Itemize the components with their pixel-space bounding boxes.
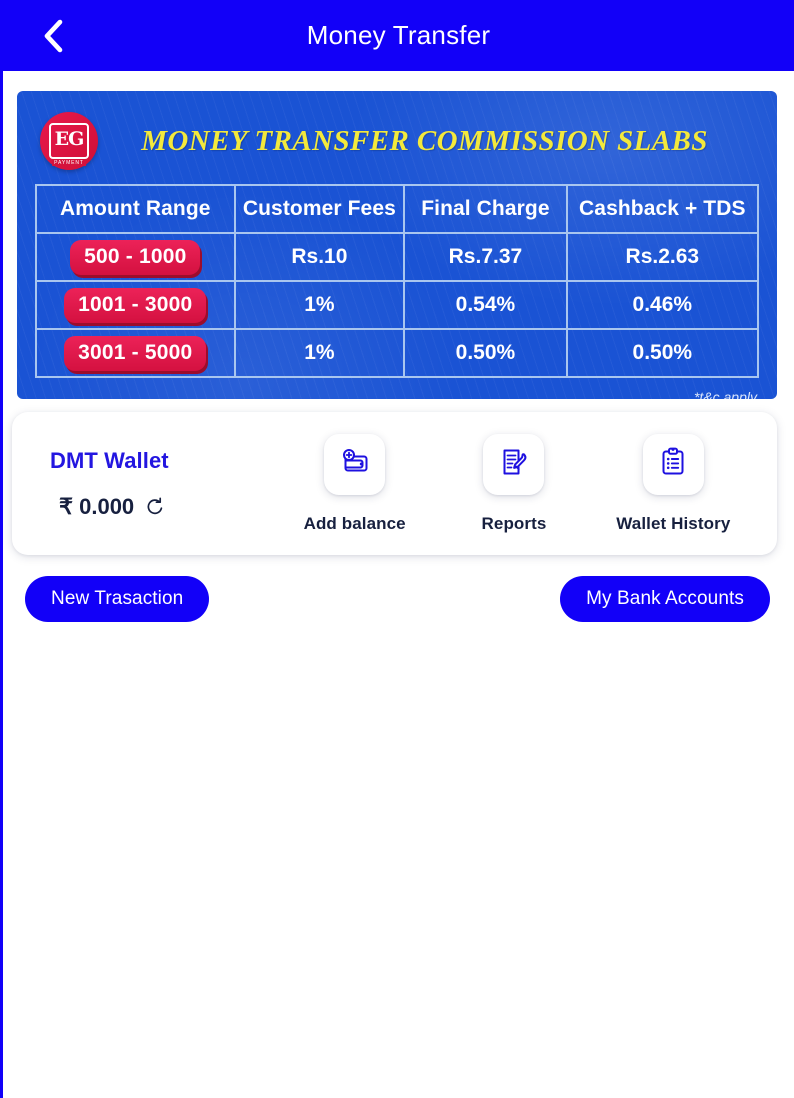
column-header-cashback-tds: Cashback + TDS <box>565 184 760 234</box>
back-button[interactable] <box>33 16 73 56</box>
wallet-name: DMT Wallet <box>50 447 169 473</box>
clipboard-list-icon <box>656 445 690 484</box>
action-wallet-history[interactable]: Wallet History <box>598 433 748 534</box>
column-header-amount-range: Amount Range <box>35 184 236 234</box>
logo-sub-text: PAYMENT <box>52 160 86 166</box>
new-transaction-button[interactable]: New Trasaction <box>25 576 210 622</box>
add-balance-tile[interactable] <box>324 433 386 495</box>
dmt-wallet-card: DMT Wallet ₹ 0.000 Add balance Reports W… <box>12 412 777 555</box>
cell-cashback-tds: 0.46% <box>565 280 760 330</box>
table-header-row: Amount Range Customer Fees Final Charge … <box>35 184 760 234</box>
banner-header: EG PAYMENT MONEY TRANSFER COMMISSION SLA… <box>35 106 759 176</box>
refresh-icon[interactable] <box>144 496 166 518</box>
cell-final-charge: 0.50% <box>403 328 568 378</box>
table-row: 3001 - 5000 1% 0.50% 0.50% <box>35 328 760 378</box>
wallet-balance: ₹ 0.000 <box>59 493 135 519</box>
cell-amount-range: 500 - 1000 <box>35 232 236 282</box>
table-row: 500 - 1000 Rs.10 Rs.7.37 Rs.2.63 <box>35 232 760 282</box>
cell-final-charge: Rs.7.37 <box>403 232 568 282</box>
action-reports[interactable]: Reports <box>439 433 589 534</box>
my-bank-accounts-button[interactable]: My Bank Accounts <box>560 576 770 622</box>
logo-frame: EG PAYMENT <box>49 123 89 166</box>
commission-banner: EG PAYMENT MONEY TRANSFER COMMISSION SLA… <box>17 91 777 399</box>
document-pen-icon <box>497 445 531 484</box>
terms-note: *t&c apply <box>693 389 757 399</box>
table-row: 1001 - 3000 1% 0.54% 0.46% <box>35 280 760 330</box>
cell-cashback-tds: 0.50% <box>565 328 760 378</box>
wallet-balance-row: ₹ 0.000 <box>59 494 265 520</box>
wallet-history-tile[interactable] <box>642 433 704 495</box>
commission-banner-wrapper: EG PAYMENT MONEY TRANSFER COMMISSION SLA… <box>3 71 794 399</box>
app-screen: Money Transfer EG PAYMENT MONEY TRANSFER… <box>0 0 794 1098</box>
commission-slab-table: Amount Range Customer Fees Final Charge … <box>35 184 760 378</box>
cell-amount-range: 1001 - 3000 <box>35 280 236 330</box>
cell-customer-fees: 1% <box>233 280 406 330</box>
page-title: Money Transfer <box>306 20 491 50</box>
wallet-card-wrapper: DMT Wallet ₹ 0.000 Add balance Reports W… <box>3 399 794 555</box>
range-badge: 1001 - 3000 <box>64 287 207 323</box>
cell-customer-fees: 1% <box>233 328 406 378</box>
reports-label: Reports <box>481 513 547 533</box>
primary-actions-row: New Trasaction My Bank Accounts <box>3 555 794 622</box>
eg-payment-logo: EG PAYMENT <box>40 112 98 170</box>
column-header-final-charge: Final Charge <box>403 184 568 234</box>
action-add-balance[interactable]: Add balance <box>280 433 430 534</box>
column-header-customer-fees: Customer Fees <box>233 184 406 234</box>
range-badge: 3001 - 5000 <box>64 335 207 371</box>
logo-mark-text: EG <box>54 128 85 150</box>
app-header: Money Transfer <box>3 0 794 71</box>
chevron-left-icon <box>42 19 64 53</box>
wallet-history-label: Wallet History <box>616 513 731 533</box>
wallet-plus-icon <box>338 445 372 484</box>
banner-title: MONEY TRANSFER COMMISSION SLABS <box>141 124 708 157</box>
wallet-actions: Add balance Reports Wallet History <box>265 433 753 534</box>
reports-tile[interactable] <box>483 433 545 495</box>
cell-customer-fees: Rs.10 <box>233 232 406 282</box>
cell-amount-range: 3001 - 5000 <box>35 328 236 378</box>
wallet-summary: DMT Wallet ₹ 0.000 <box>50 448 265 520</box>
add-balance-label: Add balance <box>303 513 406 533</box>
range-badge: 500 - 1000 <box>70 239 201 275</box>
cell-final-charge: 0.54% <box>403 280 568 330</box>
cell-cashback-tds: Rs.2.63 <box>565 232 760 282</box>
